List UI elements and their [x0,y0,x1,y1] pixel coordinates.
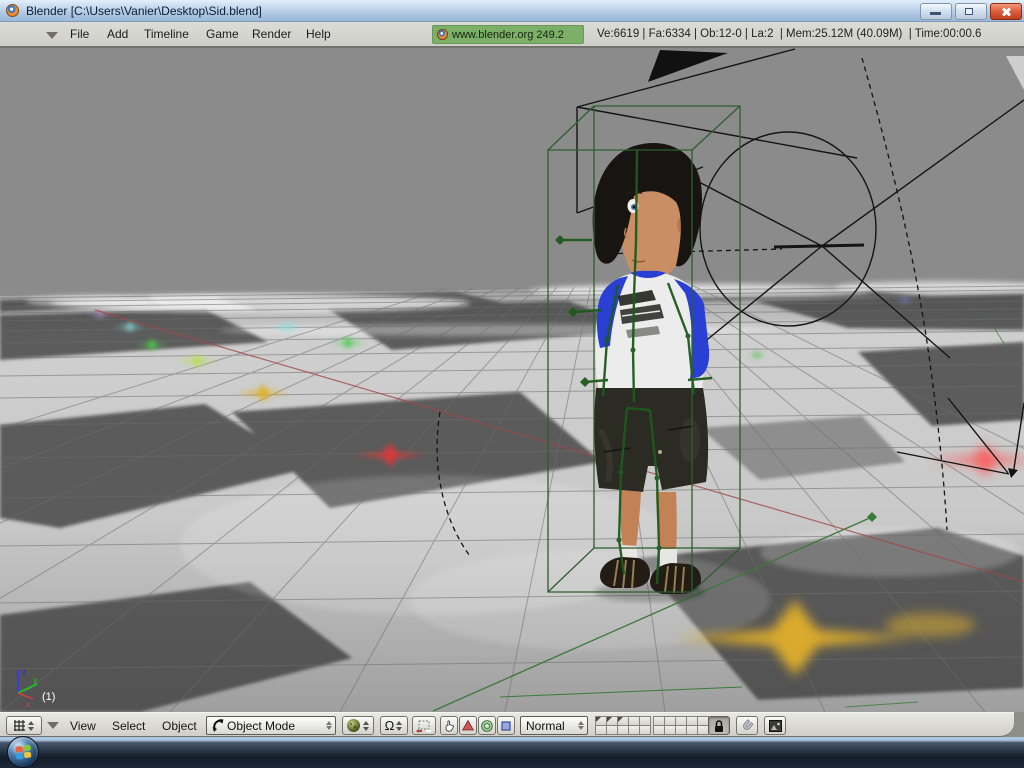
header-collapse-icon[interactable] [47,722,59,729]
axis-x-label: x [26,699,31,709]
windows-flag-icon [15,744,33,761]
3d-scene[interactable]: z y x (1) [0,48,1024,712]
minimize-icon [930,12,941,15]
orientation-label: Normal [526,718,565,733]
grid-editor-icon [14,720,25,731]
scene-statistics: Ve:6619 | Fa:6334 | Ob:12-0 | La:2 | Mem… [597,28,982,40]
start-button[interactable] [7,736,39,768]
menu-add[interactable]: Add [107,27,128,41]
draw-type-spinner[interactable] [361,716,370,735]
manipulator-hand-button[interactable] [440,716,458,735]
minimize-button[interactable] [920,3,952,20]
blender-logo-icon [437,29,448,40]
mode-label: Object Mode [227,718,296,733]
rotate-manipulator-button[interactable] [478,716,496,735]
blender-menubar: File Add Timeline Game Render Help www.b… [0,22,1024,48]
layer-15[interactable] [639,725,651,735]
layer-buttons-group-2[interactable] [653,716,709,735]
lock-icon [715,719,723,732]
menu-game[interactable]: Game [206,27,239,41]
menu-file[interactable]: File [70,27,89,41]
blender-app-icon [6,4,19,17]
render-image-icon [768,719,782,732]
3d-viewport[interactable]: z y x (1) [0,48,1024,712]
active-object-label: (1) [42,691,55,703]
pivot-point-button[interactable]: Ω [380,716,408,735]
menu-help[interactable]: Help [306,27,331,41]
axis-z-label: z [22,667,27,677]
translate-manipulator-button[interactable] [459,716,477,735]
window-title: Blender [C:\Users\Vanier\Desktop\Sid.ble… [26,3,262,18]
restore-button[interactable] [955,3,987,20]
rotate-circle-icon [481,719,493,732]
close-button[interactable] [990,3,1022,20]
snap-button[interactable] [736,716,758,735]
render-preview-button[interactable] [764,716,786,735]
collapse-menu-icon[interactable] [46,32,58,39]
menu-object[interactable]: Object [162,719,197,733]
viewport-header: View Select Object Object Mode Ω Normal [0,712,1014,737]
pivot-spinner[interactable] [394,716,403,735]
close-icon [1000,6,1012,18]
window-titlebar[interactable]: Blender [C:\Users\Vanier\Desktop\Sid.ble… [0,0,1024,22]
orientation-dropdown[interactable]: Normal [520,716,588,735]
mode-dropdown[interactable]: Object Mode [206,716,336,735]
lock-to-scene-button[interactable] [708,716,730,735]
draw-type-button[interactable] [342,716,374,735]
hand-icon [445,720,454,732]
translate-triangle-icon [462,719,474,731]
scale-square-icon [501,720,511,731]
manipulator-toggle-button[interactable] [412,716,436,735]
desktop-screen: Blender [C:\Users\Vanier\Desktop\Sid.ble… [0,0,1024,768]
editor-type-spinner[interactable] [26,716,35,735]
menu-view[interactable]: View [70,719,96,733]
editor-type-button[interactable] [6,716,42,735]
restore-icon [965,5,978,15]
axis-y-label: y [33,675,38,685]
shaded-sphere-icon [347,719,360,732]
object-mode-icon [212,719,224,732]
badge-label: www.blender.org 249.2 [452,28,564,41]
mode-dropdown-arrows [326,721,332,730]
scale-manipulator-button[interactable] [497,716,515,735]
blender-org-badge[interactable]: www.blender.org 249.2 [432,25,584,44]
pivot-omega-icon: Ω [384,718,395,733]
windows-taskbar: 18:45 [0,740,1024,768]
menu-timeline[interactable]: Timeline [144,27,189,41]
layer-buttons-group-1[interactable] [595,716,651,735]
magnet-icon [743,718,754,730]
menu-select[interactable]: Select [112,719,145,733]
manipulator-icon [416,720,432,733]
menu-render[interactable]: Render [252,27,291,41]
orientation-dropdown-arrows [578,721,584,730]
